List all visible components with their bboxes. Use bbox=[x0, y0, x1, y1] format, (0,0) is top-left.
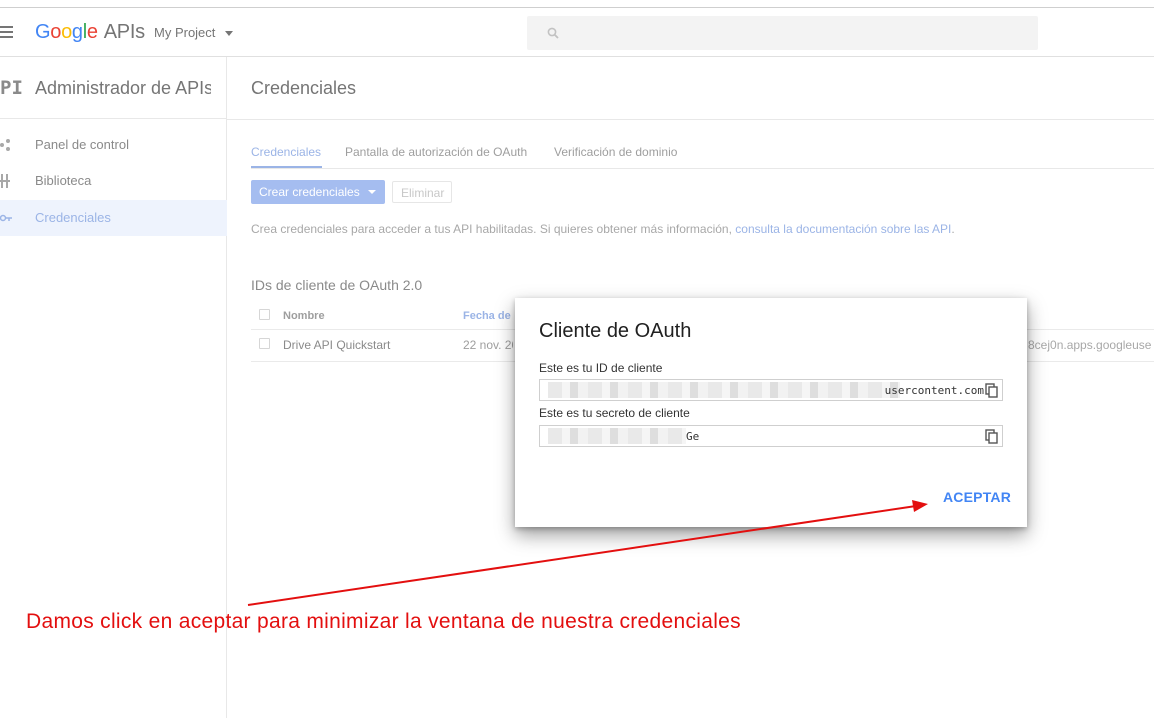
screenshot: Google APIs My Project PI Administrador d… bbox=[0, 0, 1154, 718]
annotation-text: Damos click en aceptar para minimizar la… bbox=[26, 610, 741, 633]
